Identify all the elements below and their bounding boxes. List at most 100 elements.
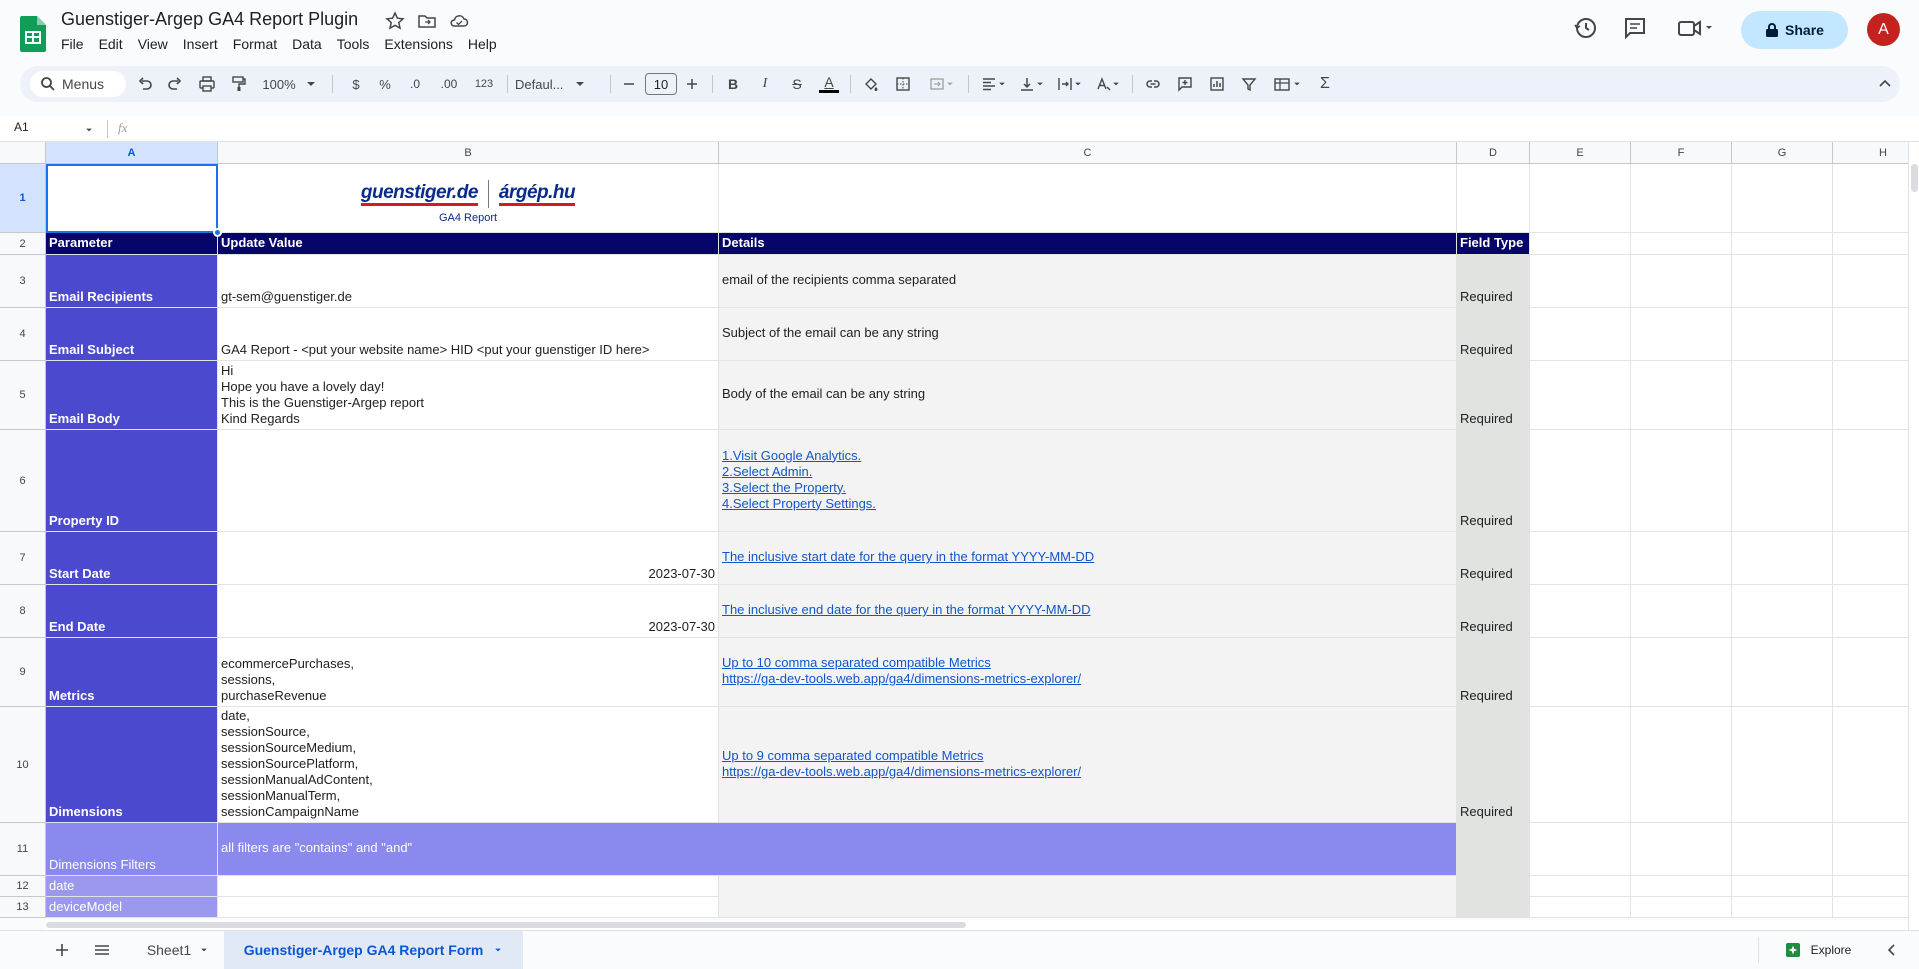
- cell-b13[interactable]: [218, 897, 719, 918]
- column-header-h[interactable]: H: [1833, 142, 1908, 164]
- row-header[interactable]: 9: [0, 638, 46, 707]
- cell-f12[interactable]: [1631, 876, 1732, 897]
- column-header-b[interactable]: B: [218, 142, 719, 164]
- font-family-select[interactable]: Defaul...: [515, 66, 601, 102]
- column-header-f[interactable]: F: [1631, 142, 1732, 164]
- horizontal-scroll-thumb[interactable]: [46, 922, 966, 928]
- empty-cell[interactable]: [1833, 255, 1908, 308]
- empty-cell[interactable]: [1530, 255, 1631, 308]
- empty-cell[interactable]: [1530, 532, 1631, 585]
- column-header-g[interactable]: G: [1732, 142, 1833, 164]
- empty-cell[interactable]: [1631, 430, 1732, 532]
- field-type-cell[interactable]: Required: [1457, 638, 1530, 707]
- bold-button[interactable]: B: [720, 66, 746, 102]
- cloud-status-icon[interactable]: [449, 11, 469, 31]
- merge-cells-button[interactable]: [922, 66, 962, 102]
- details-link[interactable]: The inclusive start date for the query i…: [722, 549, 1453, 565]
- cell-b12[interactable]: [218, 876, 719, 897]
- cell-g12[interactable]: [1732, 876, 1833, 897]
- header-field-type[interactable]: Field Type: [1457, 233, 1530, 255]
- cell-f13[interactable]: [1631, 897, 1732, 918]
- cell-d11[interactable]: [1457, 823, 1530, 876]
- paint-format-button[interactable]: [226, 66, 252, 102]
- cell-h1[interactable]: [1833, 164, 1908, 233]
- version-history-icon[interactable]: [1573, 15, 1599, 41]
- empty-cell[interactable]: [1530, 308, 1631, 361]
- avatar[interactable]: A: [1867, 13, 1900, 46]
- empty-cell[interactable]: [1530, 430, 1631, 532]
- functions-button[interactable]: Σ: [1312, 66, 1338, 102]
- parameter-name-cell[interactable]: Dimensions: [46, 707, 218, 823]
- row-header[interactable]: 3: [0, 255, 46, 308]
- details-link[interactable]: 4.Select Property Settings.: [722, 496, 1453, 512]
- cell-a1-selected[interactable]: [46, 164, 218, 233]
- increase-font-size-button[interactable]: [681, 66, 703, 102]
- menu-edit[interactable]: Edit: [99, 36, 123, 52]
- star-icon[interactable]: [385, 11, 405, 31]
- explore-button[interactable]: Explore: [1770, 931, 1866, 969]
- row-header-11[interactable]: 11: [0, 823, 46, 876]
- empty-cell[interactable]: [1530, 638, 1631, 707]
- empty-cell[interactable]: [1631, 308, 1732, 361]
- sheet-tab-active[interactable]: Guenstiger-Argep GA4 Report Form: [224, 931, 523, 969]
- menu-format[interactable]: Format: [233, 36, 277, 52]
- row-header[interactable]: 6: [0, 430, 46, 532]
- empty-cell[interactable]: [1833, 361, 1908, 430]
- parameter-name-cell[interactable]: Email Subject: [46, 308, 218, 361]
- name-box[interactable]: A1: [14, 120, 29, 134]
- insert-link-button[interactable]: [1140, 66, 1166, 102]
- add-sheet-button[interactable]: [50, 931, 74, 969]
- parameter-name-cell[interactable]: Metrics: [46, 638, 218, 707]
- menu-data[interactable]: Data: [292, 36, 322, 52]
- empty-cell[interactable]: [1833, 638, 1908, 707]
- select-all-corner[interactable]: [0, 142, 46, 164]
- cell-h12[interactable]: [1833, 876, 1908, 897]
- cell-f1[interactable]: [1631, 164, 1732, 233]
- update-value-cell[interactable]: [218, 430, 719, 532]
- borders-button[interactable]: [890, 66, 916, 102]
- update-value-cell[interactable]: ecommercePurchases, sessions, purchaseReve…: [218, 638, 719, 707]
- share-button[interactable]: Share: [1741, 11, 1848, 49]
- details-cell[interactable]: Subject of the email can be any string: [719, 308, 1457, 361]
- percent-button[interactable]: %: [374, 66, 396, 102]
- update-value-cell[interactable]: 2023-07-30: [218, 585, 719, 638]
- document-title[interactable]: Guenstiger-Argep GA4 Report Plugin: [61, 9, 358, 30]
- font-size-input[interactable]: 10: [645, 73, 677, 95]
- row-header-1[interactable]: 1: [0, 164, 46, 233]
- empty-cell[interactable]: [1732, 707, 1833, 823]
- details-link[interactable]: 3.Select the Property.: [722, 480, 1453, 496]
- empty-cell[interactable]: [1530, 361, 1631, 430]
- cell-c1[interactable]: [719, 164, 1457, 233]
- empty-cell[interactable]: [1631, 585, 1732, 638]
- empty-cell[interactable]: [1732, 255, 1833, 308]
- formula-input[interactable]: [140, 118, 1900, 140]
- details-cell[interactable]: Up to 9 comma separated compatible Metri…: [719, 707, 1457, 823]
- menu-file[interactable]: File: [61, 36, 84, 52]
- field-type-cell[interactable]: Required: [1457, 585, 1530, 638]
- menu-tools[interactable]: Tools: [337, 36, 370, 52]
- parameter-name-cell[interactable]: Property ID: [46, 430, 218, 532]
- filter-device-model[interactable]: deviceModel: [46, 897, 218, 918]
- cell-f2[interactable]: [1631, 233, 1732, 255]
- details-cell[interactable]: The inclusive end date for the query in …: [719, 585, 1457, 638]
- undo-button[interactable]: [132, 66, 158, 102]
- empty-cell[interactable]: [1833, 707, 1908, 823]
- empty-cell[interactable]: [1631, 255, 1732, 308]
- empty-cell[interactable]: [1833, 308, 1908, 361]
- parameter-name-cell[interactable]: Start Date: [46, 532, 218, 585]
- cell-e12[interactable]: [1530, 876, 1631, 897]
- empty-cell[interactable]: [1631, 361, 1732, 430]
- row-header[interactable]: 7: [0, 532, 46, 585]
- cell-d1[interactable]: [1457, 164, 1530, 233]
- empty-cell[interactable]: [1631, 638, 1732, 707]
- filter-note-cell[interactable]: all filters are "contains" and "and": [218, 823, 1457, 876]
- redo-button[interactable]: [162, 66, 188, 102]
- field-type-cell[interactable]: Required: [1457, 308, 1530, 361]
- row-header-13[interactable]: 13: [0, 897, 46, 918]
- fill-handle[interactable]: [213, 228, 222, 237]
- update-value-cell[interactable]: GA4 Report - <put your website name> HID…: [218, 308, 719, 361]
- insert-chart-button[interactable]: [1204, 66, 1230, 102]
- empty-cell[interactable]: [1833, 585, 1908, 638]
- cell-h2[interactable]: [1833, 233, 1908, 255]
- header-parameter[interactable]: Parameter: [46, 233, 218, 255]
